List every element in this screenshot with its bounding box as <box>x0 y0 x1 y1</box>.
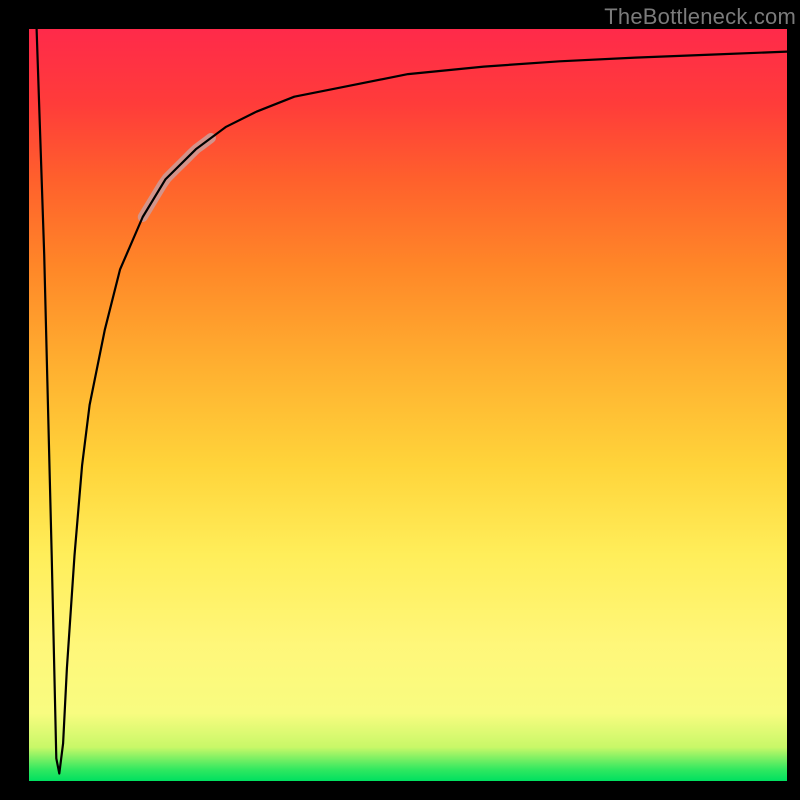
highlight-segment <box>143 138 211 217</box>
bottleneck-curve <box>37 29 787 774</box>
plot-area <box>29 29 787 781</box>
curve-layer <box>29 29 787 781</box>
chart-frame: TheBottleneck.com <box>0 0 800 800</box>
watermark-text: TheBottleneck.com <box>604 4 796 30</box>
